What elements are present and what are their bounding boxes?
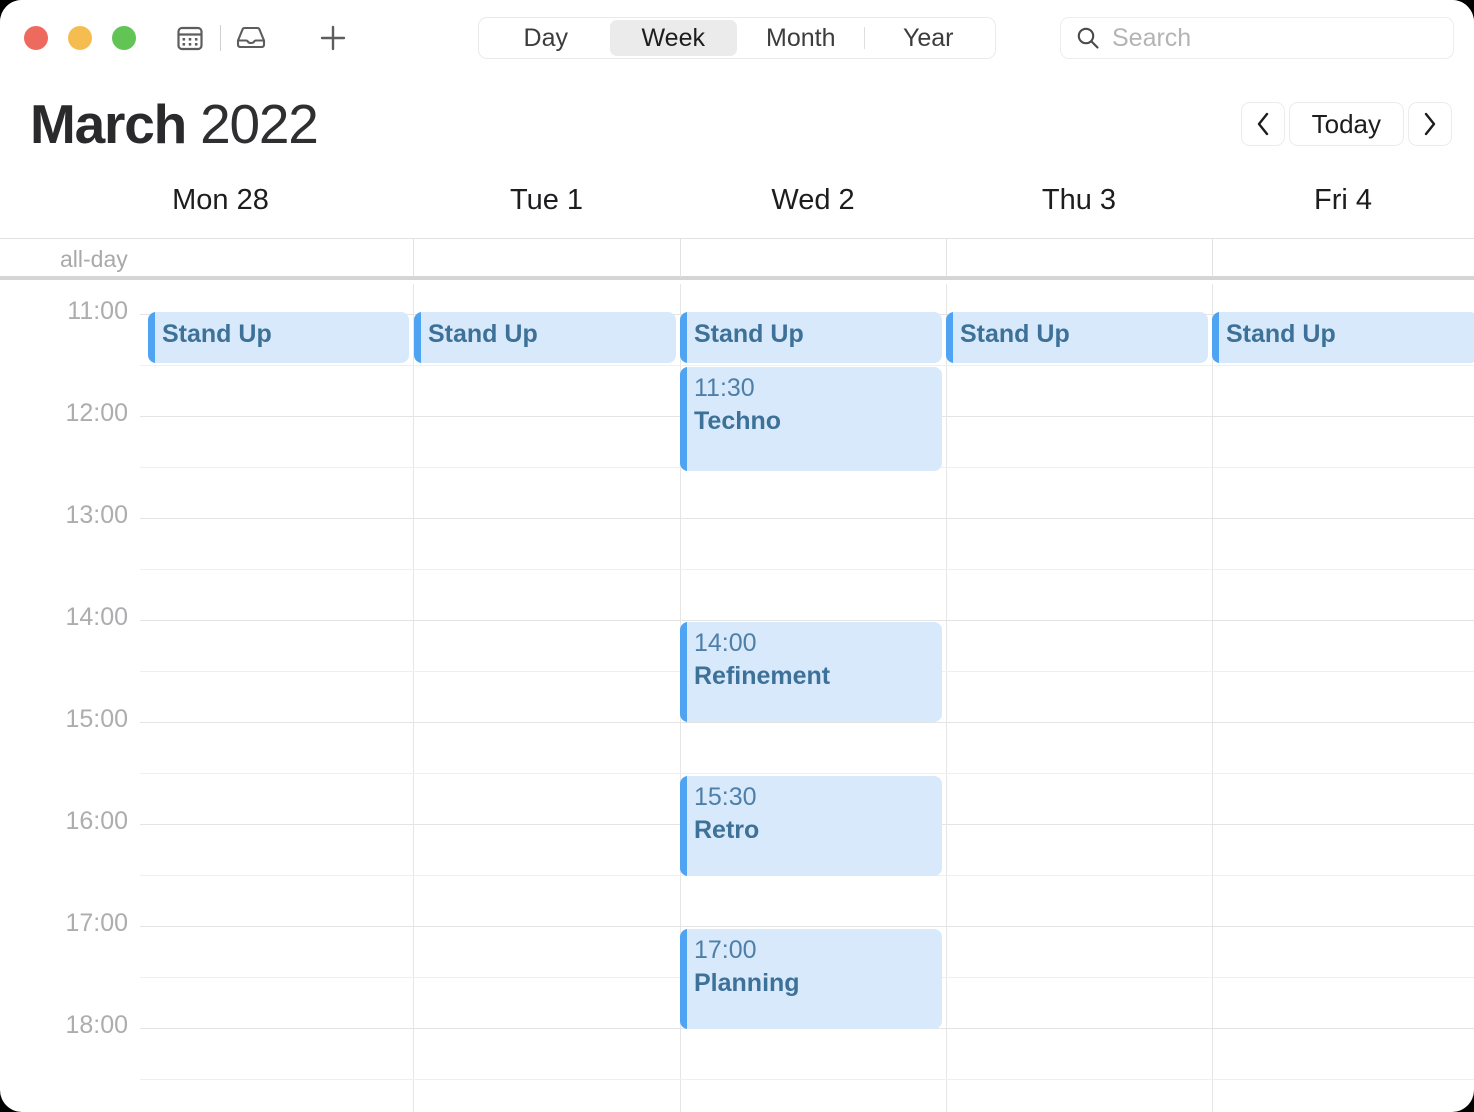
view-mode-day[interactable]: Day <box>482 20 610 56</box>
day-header-3: Thu 3 <box>1041 184 1117 216</box>
hour-label-0: 11:00 <box>67 297 128 325</box>
page-title-year: 2022 <box>200 93 319 155</box>
page-title: March 2022 <box>30 92 319 156</box>
event-time: 15:30 <box>694 783 757 811</box>
previous-week-button[interactable] <box>1240 102 1285 146</box>
hour-label-3: 14:00 <box>65 603 128 631</box>
day-header-0: Mon 28 <box>172 184 269 216</box>
all-day-label: all-day <box>60 246 128 272</box>
event-title: Stand Up <box>162 320 272 348</box>
toolbar-icon-group <box>168 18 355 58</box>
search-input[interactable]: Search <box>1112 24 1191 53</box>
today-button[interactable]: Today <box>1288 102 1404 146</box>
event-title: Stand Up <box>1226 320 1336 348</box>
calendar-event[interactable]: 17:00 Planning <box>680 929 942 1029</box>
event-title: Stand Up <box>960 320 1070 348</box>
all-day-divider <box>1212 239 1213 277</box>
maximize-window-button[interactable] <box>112 26 136 50</box>
date-navigation: Today <box>1240 102 1452 146</box>
calendar-event[interactable]: Stand Up <box>1212 312 1474 363</box>
hour-line <box>140 926 1474 927</box>
hour-label-1: 12:00 <box>65 399 128 427</box>
event-title: Planning <box>694 968 800 997</box>
hour-label-4: 15:00 <box>65 705 128 733</box>
close-window-button[interactable] <box>24 26 48 50</box>
hour-line <box>140 518 1474 519</box>
all-day-divider <box>680 239 681 277</box>
event-time: 14:00 <box>694 629 757 657</box>
calendar-event[interactable]: Stand Up <box>148 312 409 363</box>
view-mode-month[interactable]: Month <box>737 20 865 56</box>
event-title: Stand Up <box>428 320 538 348</box>
event-time: 17:00 <box>694 936 757 964</box>
calendar-event[interactable]: Stand Up <box>414 312 676 363</box>
day-header-1: Tue 1 <box>509 184 584 216</box>
half-hour-line <box>140 365 1474 366</box>
column-divider <box>1212 284 1213 1112</box>
calendar-event[interactable]: Stand Up <box>680 312 942 363</box>
event-title: Retro <box>694 815 760 844</box>
titlebar: Day Week Month Year Search <box>0 0 1474 76</box>
hour-label-6: 17:00 <box>65 909 128 937</box>
toolbar-divider <box>220 25 221 51</box>
add-icon[interactable] <box>311 18 355 58</box>
calendar-event[interactable]: 11:30 Techno <box>680 367 942 471</box>
calendar-window: Day Week Month Year Search March 2022 To… <box>0 0 1474 1112</box>
column-divider <box>413 284 414 1112</box>
page-title-month: March <box>30 93 187 155</box>
half-hour-line <box>140 773 1474 774</box>
all-day-divider <box>413 239 414 277</box>
search-icon <box>1075 25 1101 51</box>
half-hour-line <box>140 1079 1474 1080</box>
hour-label-5: 16:00 <box>65 807 128 835</box>
all-day-row[interactable]: all-day <box>0 238 1474 280</box>
hour-label-2: 13:00 <box>65 501 128 529</box>
calendar-event[interactable]: 14:00 Refinement <box>680 622 942 722</box>
calendar-icon[interactable] <box>168 18 212 58</box>
view-mode-week[interactable]: Week <box>609 20 737 56</box>
traffic-lights <box>24 26 136 50</box>
day-header-row: Mon 28 Tue 1 Wed 2 Thu 3 Fri 4 <box>0 176 1474 238</box>
day-header-4: Fri 4 <box>1314 184 1372 216</box>
time-grid[interactable]: 11:00 12:00 13:00 14:00 15:00 16:00 17:00 18:00… <box>0 284 1474 1112</box>
week-calendar-grid: Mon 28 Tue 1 Wed 2 Thu 3 Fri 4 all-day 11:00… <box>0 176 1474 1112</box>
day-header-2: Wed 2 <box>771 184 855 216</box>
calendar-event[interactable]: Stand Up <box>946 312 1208 363</box>
event-title: Refinement <box>694 661 831 690</box>
hour-line <box>140 620 1474 621</box>
inbox-icon[interactable] <box>229 18 273 58</box>
all-day-divider <box>946 239 947 277</box>
event-title: Stand Up <box>694 320 804 348</box>
calendar-event[interactable]: 15:30 Retro <box>680 776 942 876</box>
event-title: Techno <box>694 406 782 435</box>
next-week-button[interactable] <box>1408 102 1452 146</box>
half-hour-line <box>140 569 1474 570</box>
view-mode-year[interactable]: Year <box>865 20 993 56</box>
hour-label-7: 18:00 <box>65 1011 128 1039</box>
header-row: March 2022 Today <box>0 76 1474 176</box>
hour-line <box>140 722 1474 723</box>
event-time: 11:30 <box>694 374 755 402</box>
minimize-window-button[interactable] <box>68 26 92 50</box>
view-mode-segmented-control[interactable]: Day Week Month Year <box>478 17 996 59</box>
column-divider <box>946 284 947 1112</box>
search-field[interactable]: Search <box>1060 17 1454 59</box>
